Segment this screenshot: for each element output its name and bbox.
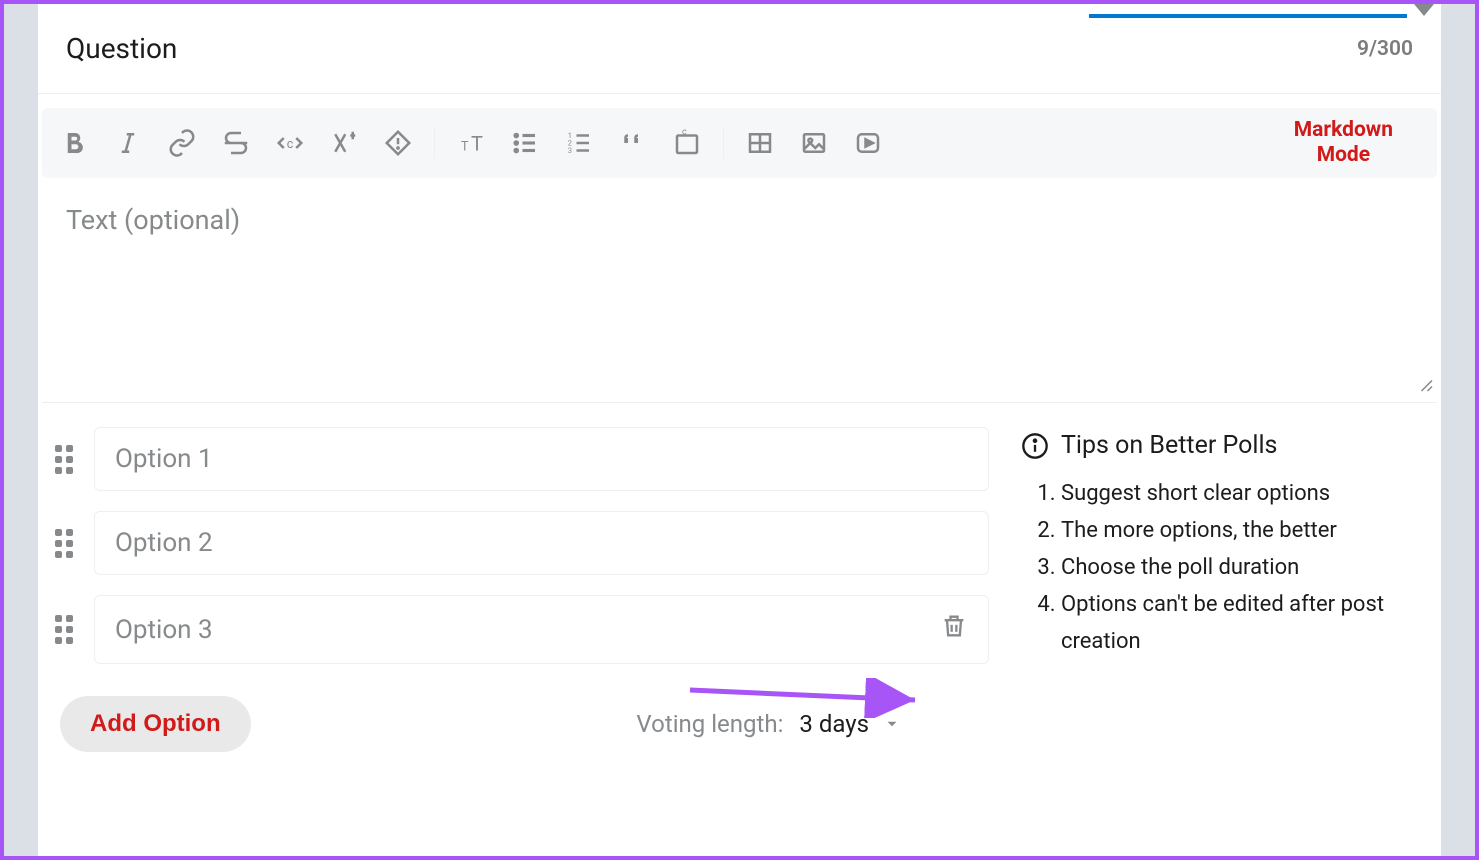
spoiler-icon[interactable]	[380, 125, 416, 161]
italic-icon[interactable]	[110, 125, 146, 161]
poll-option-row: Option 2	[52, 511, 989, 575]
video-icon[interactable]	[850, 125, 886, 161]
svg-text:c: c	[287, 137, 294, 152]
voting-length-label: Voting length:	[636, 710, 783, 738]
bold-icon[interactable]	[56, 125, 92, 161]
table-icon[interactable]	[742, 125, 778, 161]
option-input-2[interactable]: Option 2	[94, 511, 989, 575]
resize-handle-icon[interactable]	[1417, 376, 1435, 398]
tip-item: Choose the poll duration	[1061, 550, 1413, 587]
tip-item: Options can't be edited after post creat…	[1061, 587, 1413, 661]
body-placeholder: Text (optional)	[66, 204, 1413, 236]
caret-down-icon	[1414, 4, 1434, 16]
tip-item: The more options, the better	[1061, 513, 1413, 550]
tip-item: Suggest short clear options	[1061, 476, 1413, 513]
poll-option-row: Option 3	[52, 595, 989, 664]
drag-handle-icon[interactable]	[52, 445, 76, 474]
svg-text:T: T	[471, 132, 483, 156]
tips-panel: Tips on Better Polls Suggest short clear…	[1021, 427, 1413, 752]
info-icon	[1021, 432, 1049, 460]
tips-list: Suggest short clear options The more opt…	[1021, 476, 1413, 661]
trash-icon[interactable]	[940, 612, 968, 647]
link-icon[interactable]	[164, 125, 200, 161]
tips-heading: Tips on Better Polls	[1061, 431, 1277, 460]
numbered-list-icon[interactable]: 123	[561, 125, 597, 161]
svg-text:3: 3	[568, 146, 572, 155]
active-tab-indicator	[1089, 14, 1407, 18]
bullet-list-icon[interactable]	[507, 125, 543, 161]
code-block-icon[interactable]: c	[669, 125, 705, 161]
title-row: Question 9/300	[38, 10, 1441, 94]
add-option-button[interactable]: Add Option	[60, 696, 251, 752]
poll-option-row: Option 1	[52, 427, 989, 491]
svg-text:c: c	[682, 128, 687, 137]
question-title-field[interactable]: Question	[66, 32, 177, 65]
quote-icon[interactable]	[615, 125, 651, 161]
poll-options-column: Option 1 Option 2 Option 3 Ad	[52, 427, 989, 752]
markdown-mode-toggle[interactable]: MarkdownMode	[1294, 118, 1423, 168]
formatting-toolbar: c TT 123 c MarkdownMode	[42, 108, 1437, 178]
svg-text:T: T	[461, 140, 469, 155]
superscript-icon[interactable]	[326, 125, 362, 161]
strikethrough-icon[interactable]	[218, 125, 254, 161]
image-icon[interactable]	[796, 125, 832, 161]
drag-handle-icon[interactable]	[52, 615, 76, 644]
option-input-3[interactable]: Option 3	[94, 595, 989, 664]
char-counter: 9/300	[1357, 37, 1413, 61]
body-textarea[interactable]: Text (optional)	[38, 178, 1441, 402]
option-input-1[interactable]: Option 1	[94, 427, 989, 491]
voting-length-dropdown[interactable]: 3 days	[799, 710, 901, 738]
drag-handle-icon[interactable]	[52, 529, 76, 558]
heading-icon[interactable]: TT	[453, 125, 489, 161]
code-icon[interactable]: c	[272, 125, 308, 161]
